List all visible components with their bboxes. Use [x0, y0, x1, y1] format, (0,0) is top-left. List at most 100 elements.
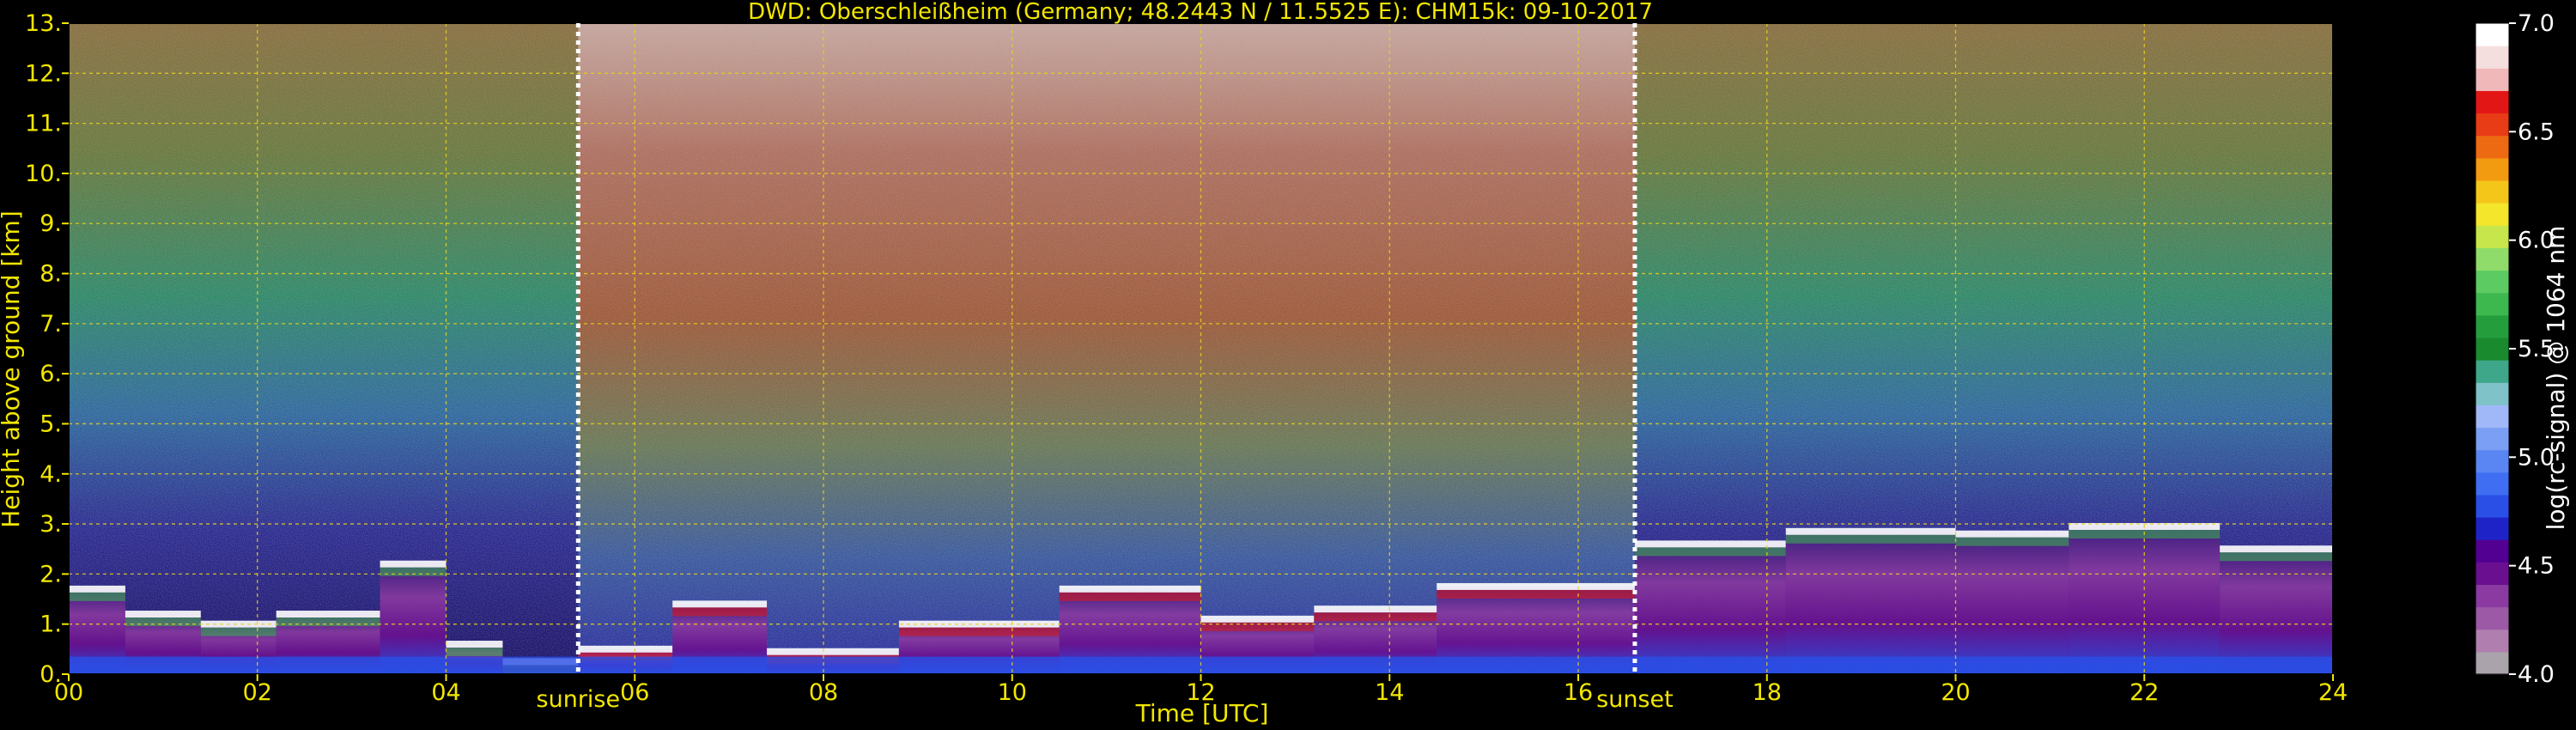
colorbar-segment	[2476, 292, 2509, 316]
x-tick-label: 02	[243, 679, 272, 706]
colorbar-segment	[2476, 494, 2509, 518]
cloud-top-band	[69, 585, 125, 593]
x-tick-label: 18	[1753, 679, 1782, 706]
cloud-edge-band	[1059, 592, 1201, 601]
lidar-backscatter-chart: sunrise sunset 00 02 04 06 08 10 12 14 16 18 20 22 24…	[0, 0, 2570, 727]
y-axis-label: Height above ground [km]	[0, 210, 25, 528]
colorbar-segment	[2476, 225, 2509, 248]
aerosol-layer	[1634, 544, 1786, 674]
colorbar-segment	[2476, 360, 2509, 383]
cloud-top-band	[125, 611, 201, 618]
cloud-edge-band	[446, 648, 503, 657]
colorbar-segment	[2476, 651, 2509, 675]
chart-title: DWD: Oberschleißheim (Germany; 48.2443 N…	[748, 0, 1653, 25]
aerosol-layer	[1955, 533, 2069, 674]
colorbar-segment	[2476, 517, 2509, 540]
y-tick-label: 4.	[39, 461, 62, 488]
colorbar-segment	[2476, 135, 2509, 159]
cloud-top-band	[276, 611, 380, 618]
colorbar-segment	[2476, 68, 2509, 92]
x-tick-label: 20	[1941, 679, 1970, 706]
x-tick-label: 16	[1564, 679, 1593, 706]
colorbar-tick-label: 6.5	[2518, 119, 2555, 145]
colorbar-segment	[2476, 337, 2509, 361]
y-tick-label: 10.	[25, 161, 62, 187]
cloud-top-band	[446, 641, 503, 648]
colorbar-segment	[2476, 113, 2509, 137]
cloud-edge-band	[1437, 589, 1635, 599]
aerosol-layer	[2220, 549, 2333, 674]
cloud-top-band	[672, 600, 768, 608]
cloud-top-band	[1059, 585, 1201, 593]
cloud-top-band	[767, 648, 899, 655]
y-tick-label: 3.	[39, 511, 62, 538]
y-tick-label: 13.	[25, 10, 62, 37]
colorbar-segment	[2476, 157, 2509, 181]
colorbar-segment	[2476, 314, 2509, 338]
colorbar-label: log(rc-signal) @ 1064 nm	[2542, 226, 2570, 531]
cloud-edge-band	[1634, 547, 1786, 557]
x-tick-label: 06	[620, 679, 649, 706]
y-tick-labels: 0. 1. 2. 3. 4. 5. 6. 7. 8. 9. 10. 11. 12. 13.	[25, 10, 69, 688]
colorbar-segment	[2476, 270, 2509, 294]
cloud-edge-band	[898, 627, 1060, 636]
cloud-edge-band	[1314, 612, 1437, 622]
colorbar-segment	[2476, 179, 2509, 204]
cloud-top-band	[200, 620, 276, 628]
cloud-edge-band	[672, 607, 768, 617]
colorbar-segment	[2476, 405, 2509, 429]
sunrise-label: sunrise	[537, 686, 621, 713]
cloud-top-band	[1437, 582, 1635, 590]
sunset-label: sunset	[1596, 686, 1674, 713]
x-axis-label: Time [UTC]	[1135, 699, 1269, 727]
cloud-edge-band	[69, 592, 125, 601]
cloud-edge-band	[2220, 552, 2333, 562]
cloud-edge-band	[276, 617, 380, 627]
colorbar-segment	[2476, 427, 2509, 451]
x-tick-label: 04	[431, 679, 460, 706]
colorbar-segment	[2476, 539, 2509, 563]
cloud-edge-band	[380, 567, 447, 576]
y-tick-label: 6.	[39, 361, 62, 387]
cloud-top-band	[1200, 615, 1315, 623]
y-tick-label: 9.	[39, 210, 62, 237]
x-tick-label: 08	[809, 679, 838, 706]
cloud-top-band	[578, 645, 673, 653]
colorbar-segment	[2476, 584, 2509, 608]
cloud-top-band	[1785, 527, 1956, 535]
cloud-edge-band	[1955, 537, 2069, 546]
cloud-edge-band	[125, 617, 201, 627]
colorbar-tick-label: 4.0	[2518, 661, 2555, 688]
colorbar-segment	[2476, 629, 2509, 653]
colorbar-segment	[2476, 562, 2509, 586]
cloud-top-band	[1634, 540, 1786, 548]
y-tick-label: 1.	[39, 611, 62, 638]
colorbar-segment	[2476, 471, 2509, 496]
colorbar-tick-label: 4.5	[2518, 553, 2555, 580]
colorbar-segment	[2476, 46, 2509, 69]
cloud-top-band	[2220, 545, 2333, 553]
cloud-edge-band	[200, 627, 276, 636]
x-tick-label: 24	[2318, 679, 2348, 706]
x-tick-label: 22	[2129, 679, 2159, 706]
y-tick-label: 5.	[39, 411, 62, 437]
cloud-top-band	[380, 560, 447, 568]
aerosol-layer	[1785, 531, 1956, 674]
colorbar-segment	[2476, 449, 2509, 473]
cloud-top-band	[1955, 530, 2069, 538]
colorbar-segment	[2476, 203, 2509, 226]
y-tick-label: 0.	[39, 661, 62, 688]
x-tick-label: 10	[998, 679, 1027, 706]
colorbar-segment	[2476, 247, 2509, 271]
y-tick-label: 7.	[39, 311, 62, 338]
y-tick-label: 2.	[39, 561, 62, 587]
y-tick-label: 8.	[39, 261, 62, 288]
y-tick-label: 12.	[25, 60, 62, 87]
cloud-edge-band	[1785, 534, 1956, 544]
colorbar-segment	[2476, 90, 2509, 114]
colorbar-segment	[2476, 382, 2509, 405]
x-tick-label: 14	[1375, 679, 1404, 706]
colorbar-tick-label: 7.0	[2518, 10, 2555, 37]
y-tick-label: 11.	[25, 111, 62, 137]
colorbar-segment	[2476, 23, 2509, 46]
